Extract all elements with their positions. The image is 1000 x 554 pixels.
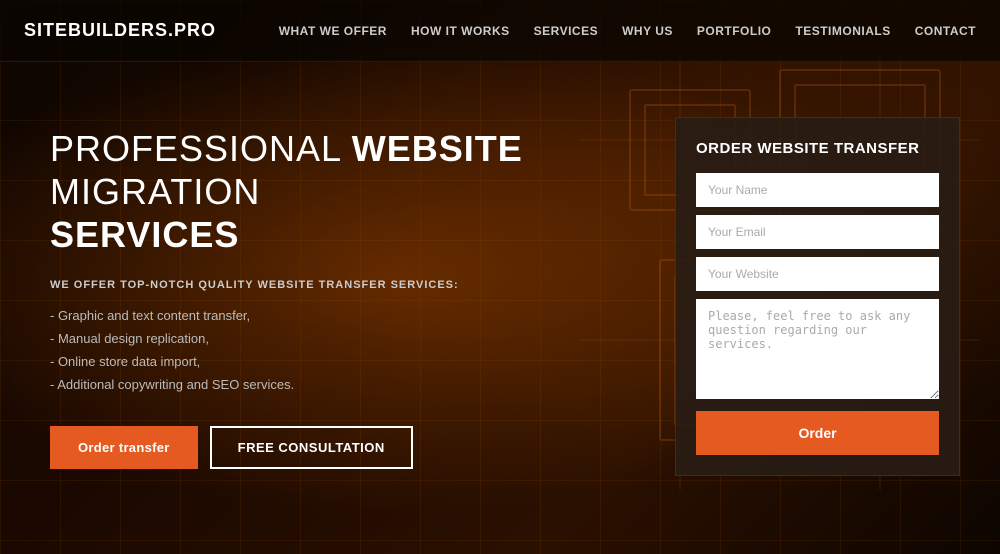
- hero-title-line2: SERVICES: [50, 214, 239, 255]
- hero-title-part1: PROFESSIONAL: [50, 128, 352, 169]
- nav-link-what-we-offer[interactable]: WHAT WE OFFER: [279, 24, 387, 38]
- nav-item-what-we-offer[interactable]: WHAT WE OFFER: [279, 22, 387, 40]
- free-consultation-button[interactable]: FREE CONSULTATION: [210, 426, 413, 469]
- logo: SITEBUILDERS.PRO: [24, 20, 216, 41]
- order-transfer-button[interactable]: Order transfer: [50, 426, 198, 469]
- hero-title: PROFESSIONAL WEBSITE MIGRATION SERVICES: [50, 127, 645, 257]
- feature-item-3: - Online store data import,: [50, 353, 645, 371]
- content-area: PROFESSIONAL WEBSITE MIGRATION SERVICES …: [0, 62, 1000, 554]
- name-input[interactable]: [696, 173, 939, 207]
- nav-link-how-it-works[interactable]: HOW IT WORKS: [411, 24, 510, 38]
- hero-subtitle: WE OFFER TOP-NOTCH QUALITY WEBSITE TRANS…: [50, 279, 645, 291]
- hero-title-part2: MIGRATION: [50, 171, 260, 212]
- order-form-panel: ORDER WEBSITE TRANSFER Order: [675, 117, 960, 476]
- nav-links: WHAT WE OFFER HOW IT WORKS SERVICES WHY …: [279, 22, 976, 40]
- feature-item-2: - Manual design replication,: [50, 330, 645, 348]
- nav-item-services[interactable]: SERVICES: [534, 22, 598, 40]
- nav-link-contact[interactable]: CONTACT: [915, 24, 976, 38]
- nav-link-testimonials[interactable]: TESTIMONIALS: [795, 24, 890, 38]
- nav-item-contact[interactable]: CONTACT: [915, 22, 976, 40]
- hero-left-content: PROFESSIONAL WEBSITE MIGRATION SERVICES …: [50, 117, 645, 469]
- form-title: ORDER WEBSITE TRANSFER: [696, 140, 939, 157]
- buttons-row: Order transfer FREE CONSULTATION: [50, 426, 645, 469]
- hero-section: SITEBUILDERS.PRO WHAT WE OFFER HOW IT WO…: [0, 0, 1000, 554]
- website-input[interactable]: [696, 257, 939, 291]
- order-submit-button[interactable]: Order: [696, 411, 939, 455]
- navbar: SITEBUILDERS.PRO WHAT WE OFFER HOW IT WO…: [0, 0, 1000, 62]
- feature-item-4: - Additional copywriting and SEO service…: [50, 376, 645, 394]
- hero-title-bold: WEBSITE: [352, 128, 523, 169]
- message-textarea[interactable]: [696, 299, 939, 399]
- nav-item-testimonials[interactable]: TESTIMONIALS: [795, 22, 890, 40]
- nav-link-portfolio[interactable]: PORTFOLIO: [697, 24, 772, 38]
- nav-item-why-us[interactable]: WHY US: [622, 22, 673, 40]
- nav-link-why-us[interactable]: WHY US: [622, 24, 673, 38]
- email-input[interactable]: [696, 215, 939, 249]
- nav-item-portfolio[interactable]: PORTFOLIO: [697, 22, 772, 40]
- nav-item-how-it-works[interactable]: HOW IT WORKS: [411, 22, 510, 40]
- features-list: - Graphic and text content transfer, - M…: [50, 307, 645, 395]
- nav-link-services[interactable]: SERVICES: [534, 24, 598, 38]
- feature-item-1: - Graphic and text content transfer,: [50, 307, 645, 325]
